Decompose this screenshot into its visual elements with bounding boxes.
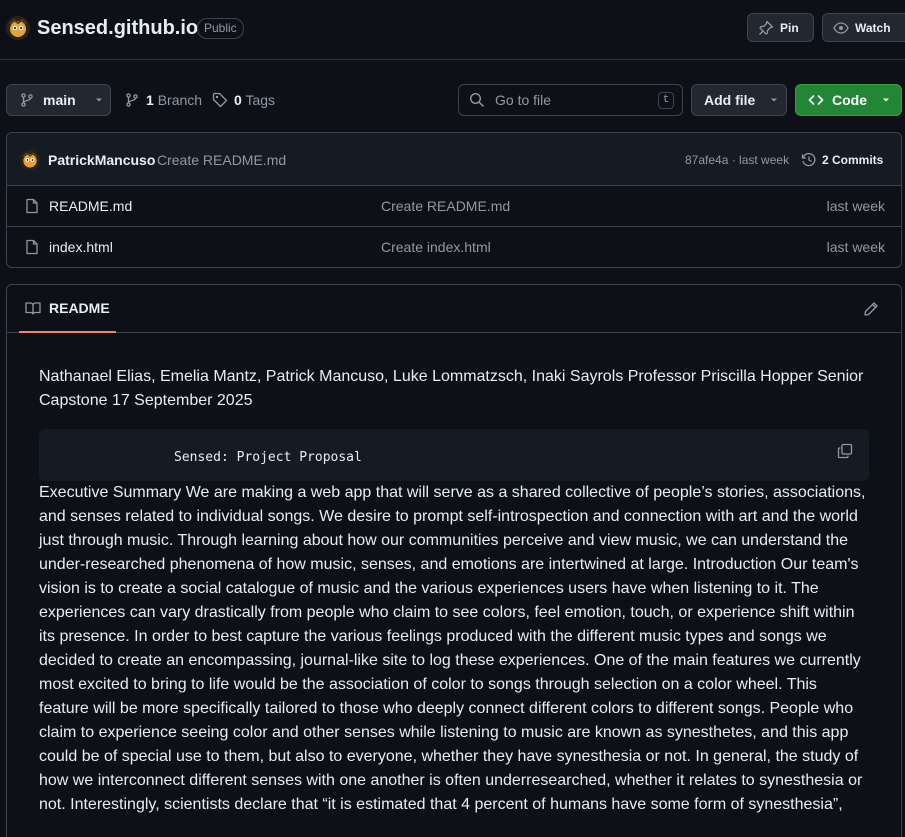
pin-label: Pin — [780, 20, 799, 35]
chevron-down-icon — [94, 95, 104, 105]
file-age: last week — [826, 239, 885, 255]
branch-name: main — [43, 92, 76, 108]
watch-label: Watch — [855, 20, 891, 35]
commit-hash-and-time[interactable]: 87afe4a · last week — [685, 153, 789, 167]
code-button[interactable]: Code — [795, 84, 902, 116]
commits-count-label: 2 Commits — [822, 153, 884, 167]
readme-tab-label: README — [49, 300, 110, 316]
commit-message[interactable]: Create README.md — [157, 152, 286, 168]
file-listing: PatrickMancuso Create README.md 87afe4a … — [6, 132, 902, 268]
tag-icon — [212, 92, 228, 108]
readme-content: Nathanael Elias, Emelia Mantz, Patrick M… — [39, 365, 869, 817]
file-row[interactable]: index.html Create index.html last week — [7, 227, 901, 267]
pin-button[interactable]: Pin — [747, 13, 814, 42]
readme-summary: Executive Summary We are making a web ap… — [39, 484, 866, 813]
file-commit-message[interactable]: Create README.md — [381, 198, 510, 214]
file-name[interactable]: index.html — [49, 239, 113, 255]
commit-author-avatar[interactable] — [20, 150, 40, 170]
commit-author[interactable]: PatrickMancuso — [48, 152, 155, 168]
repo-header: Sensed.github.io Public Pin Watch — [0, 0, 905, 60]
tags-count: 0 — [234, 92, 242, 108]
file-icon — [24, 239, 40, 255]
git-branch-icon — [124, 92, 140, 108]
readme-panel: README Nathanael Elias, Emelia Mantz, Pa… — [6, 284, 902, 837]
code-block-text: Sensed: Project Proposal — [174, 450, 362, 465]
branches-count: 1 — [146, 92, 154, 108]
eye-icon — [833, 20, 849, 36]
git-branch-icon — [19, 92, 35, 108]
repo-name[interactable]: Sensed.github.io — [37, 17, 198, 40]
book-icon — [25, 300, 41, 316]
branches-link[interactable]: 1 Branch — [124, 92, 202, 108]
add-file-button[interactable]: Add file — [691, 84, 787, 116]
keyboard-shortcut-hint: t — [658, 92, 674, 109]
readme-intro: Nathanael Elias, Emelia Mantz, Patrick M… — [39, 368, 864, 409]
branches-label: Branch — [157, 92, 203, 108]
code-block: Sensed: Project Proposal — [39, 429, 869, 481]
readme-header: README — [7, 285, 901, 333]
tab-readme[interactable]: README — [19, 285, 116, 333]
history-icon — [801, 152, 817, 168]
file-icon — [24, 198, 40, 214]
branch-selector[interactable]: main — [6, 84, 111, 116]
file-commit-message[interactable]: Create index.html — [381, 239, 491, 255]
commits-history-link[interactable]: 2 Commits — [801, 152, 883, 168]
owner-avatar[interactable] — [6, 16, 30, 40]
pencil-icon[interactable] — [863, 301, 879, 317]
tags-label: Tags — [245, 92, 276, 108]
latest-commit-row: PatrickMancuso Create README.md 87afe4a … — [7, 133, 901, 186]
tags-link[interactable]: 0 Tags — [212, 92, 275, 108]
search-icon — [469, 92, 485, 108]
file-name[interactable]: README.md — [49, 198, 132, 214]
file-age: last week — [826, 198, 885, 214]
watch-button[interactable]: Watch — [822, 13, 905, 42]
go-to-file-search[interactable]: t — [458, 84, 683, 116]
code-icon — [808, 92, 824, 108]
file-row[interactable]: README.md Create README.md last week — [7, 186, 901, 227]
search-input[interactable] — [495, 92, 645, 108]
add-file-label: Add file — [704, 92, 756, 108]
visibility-badge: Public — [197, 18, 244, 39]
pin-icon — [758, 20, 774, 36]
code-label: Code — [832, 92, 867, 108]
chevron-down-icon — [881, 95, 891, 105]
copy-icon[interactable] — [837, 443, 853, 459]
chevron-down-icon — [769, 95, 779, 105]
